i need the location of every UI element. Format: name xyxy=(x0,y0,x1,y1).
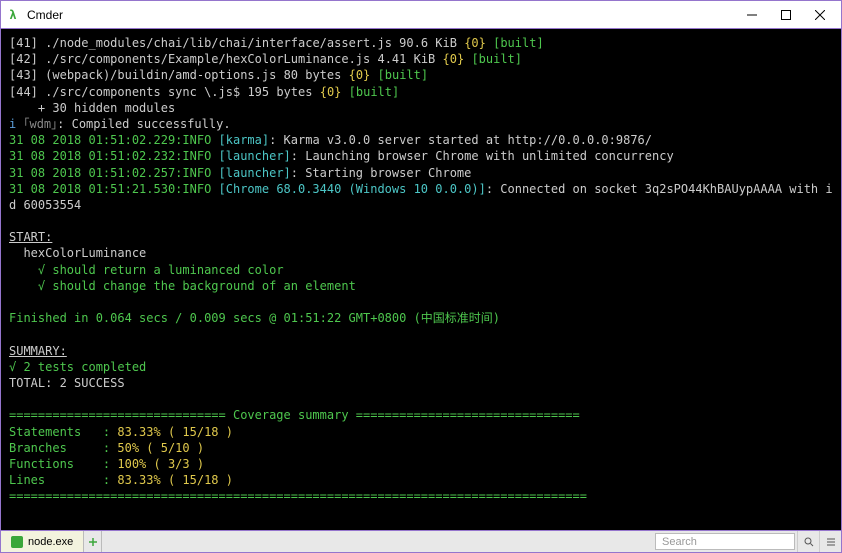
tab-node[interactable]: node.exe xyxy=(1,531,84,552)
maximize-button[interactable] xyxy=(769,2,803,28)
summary-done: √ 2 tests completed xyxy=(9,359,833,375)
node-icon xyxy=(11,536,23,548)
suite-name: hexColorLuminance xyxy=(9,245,833,261)
karma-line: 31 08 2018 01:51:21.530:INFO [Chrome 68.… xyxy=(9,181,833,213)
test-pass: √ should change the background of an ele… xyxy=(9,278,833,294)
window: λ Cmder [41] ./node_modules/chai/lib/cha… xyxy=(0,0,842,553)
terminal-output[interactable]: [41] ./node_modules/chai/lib/chai/interf… xyxy=(1,29,841,530)
summary-total: TOTAL: 2 SUCCESS xyxy=(9,375,833,391)
build-line: [44] ./src/components sync \.js$ 195 byt… xyxy=(9,84,833,100)
window-title: Cmder xyxy=(27,8,735,22)
add-tab-button[interactable] xyxy=(84,531,102,552)
statusbar: node.exe Search xyxy=(1,530,841,552)
coverage-header: ============================== Coverage … xyxy=(9,407,833,423)
build-line: [42] ./src/components/Example/hexColorLu… xyxy=(9,51,833,67)
finished-line: Finished in 0.064 secs / 0.009 secs @ 01… xyxy=(9,310,833,326)
karma-line: 31 08 2018 01:51:02.229:INFO [karma]: Ka… xyxy=(9,132,833,148)
menu-button[interactable] xyxy=(819,531,841,552)
compiled-line: i ｢wdm｣: Compiled successfully. xyxy=(9,116,833,132)
tab-label: node.exe xyxy=(28,536,73,548)
coverage-rule: ========================================… xyxy=(9,488,833,504)
coverage-lines: Lines : 83.33% ( 15/18 ) xyxy=(9,472,833,488)
minimize-button[interactable] xyxy=(735,2,769,28)
coverage-functions: Functions : 100% ( 3/3 ) xyxy=(9,456,833,472)
build-line: [41] ./node_modules/chai/lib/chai/interf… xyxy=(9,35,833,51)
search-go-button[interactable] xyxy=(797,531,819,552)
start-header: START: xyxy=(9,229,833,245)
hidden-modules: + 30 hidden modules xyxy=(9,100,833,116)
search-input[interactable]: Search xyxy=(655,533,795,550)
coverage-branches: Branches : 50% ( 5/10 ) xyxy=(9,440,833,456)
summary-header: SUMMARY: xyxy=(9,343,833,359)
karma-line: 31 08 2018 01:51:02.257:INFO [launcher]:… xyxy=(9,165,833,181)
karma-line: 31 08 2018 01:51:02.232:INFO [launcher]:… xyxy=(9,148,833,164)
test-pass: √ should return a luminanced color xyxy=(9,262,833,278)
titlebar[interactable]: λ Cmder xyxy=(1,1,841,29)
build-line: [43] (webpack)/buildin/amd-options.js 80… xyxy=(9,67,833,83)
app-icon: λ xyxy=(5,7,21,23)
coverage-statements: Statements : 83.33% ( 15/18 ) xyxy=(9,424,833,440)
close-button[interactable] xyxy=(803,2,837,28)
